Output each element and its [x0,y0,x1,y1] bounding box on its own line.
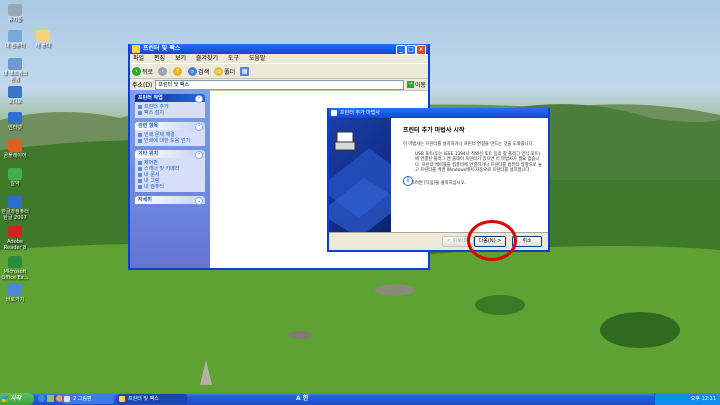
folders-button[interactable]: ▭ 폴더 [214,66,235,76]
desktop-icon-alyac[interactable]: 알약 [0,168,30,187]
player-icon [8,140,22,152]
collapse-icon[interactable]: ⌃ [195,151,203,159]
windows-logo-icon [2,396,8,402]
panel-related: 관련 항목 ⌃ 인쇄 문제 해결 인쇄에 대한 도움 얻기 [135,122,205,146]
desktop-icon-gom-player[interactable]: 곰플레이어 [0,140,30,159]
task-printing-help[interactable]: 인쇄에 대한 도움 얻기 [138,138,202,144]
menu-help[interactable]: 도움말 [249,55,266,62]
start-button[interactable]: 시작 [0,393,34,405]
views-button[interactable]: ▦ [240,66,250,76]
panel-printer-tasks: 프린터 작업 ⌃ 프린터 추가 팩스 설치 [135,94,205,118]
collapse-icon[interactable]: ⌃ [195,123,203,131]
wizard-title: 프린터 추가 마법사 [340,110,380,116]
add-printer-wizard: 프린터 추가 마법사 프린터 추가 마법사 시작 이 마법사는 프린터를 설치하… [327,108,550,252]
explorer-title-bar[interactable]: 프린터 및 팩스 _ □ × [130,44,428,55]
printer-folder-icon [119,396,125,402]
menu-edit[interactable]: 편집 [154,55,165,62]
desktop-icon-hwp[interactable]: 한글과컴퓨터 한글 2007 [0,196,30,221]
explorer-title: 프린터 및 팩스 [143,45,181,52]
menu-favorites[interactable]: 즐겨찾기 [196,55,218,62]
menu-file[interactable]: 파일 [133,55,144,62]
internet-icon [8,112,22,124]
desktop-icon-audio[interactable]: 오디오 [0,86,30,105]
quick-launch [38,395,63,404]
language-indicator[interactable]: A 한 [296,393,308,405]
system-tray: 오후 12:11 [654,393,720,405]
panel-details: 자세히 ⌄ [135,196,205,205]
go-button[interactable]: 이동 [415,80,426,89]
folder-icon [36,30,50,42]
hwp-icon [8,196,22,208]
wizard-banner [329,118,391,232]
desktop-icon-shortcut[interactable]: 바로가기 [0,284,30,303]
printer-folder-icon [132,45,140,53]
place-my-computer[interactable]: 내 컴퓨터 [138,184,202,190]
folder-up-icon: ↑ [173,66,183,76]
desktop-icon-office[interactable]: Microsoft Office Ex... [0,256,30,281]
menu-bar: 파일 편집 보기 즐겨찾기 도구 도움말 [130,54,428,63]
paint-icon [64,396,70,402]
wizard-continue-text: 계속하려면 [다음]을 클릭하십시오. [403,181,466,187]
printer-icon [331,110,337,116]
back-button[interactable]: ‹ 뒤로 [132,66,153,76]
pdf-icon [8,226,22,238]
desktop-icon-my-computer[interactable]: 내 컴퓨터 [0,30,30,49]
panel-header[interactable]: 자세히 ⌄ [135,196,205,205]
go-arrow-icon[interactable]: → [406,81,414,88]
task-setup-fax[interactable]: 팩스 설치 [138,110,202,116]
wizard-info-text: USB 포트(또는 IEEE 1394나 적외선 포트 등의 핫 플러그 인식 … [415,152,542,173]
desktop-icon-network[interactable]: 내 네트워크 환경 [0,58,30,83]
forward-button[interactable]: › [158,66,168,76]
folder-icon: ▭ [214,66,224,76]
wizard-content: 프린터 추가 마법사 시작 이 마법사는 프린터를 설치하거나 프린터 연결을 … [391,118,548,232]
panel-other-places: 기타 위치 ⌃ 제어판 스캐너 및 카메라 내 문서 내 그림 내 컴퓨터 [135,150,205,192]
clock[interactable]: 오후 12:11 [691,396,716,402]
ie-icon[interactable] [38,395,45,402]
back-arrow-icon: ‹ [132,66,141,76]
panel-header[interactable]: 프린터 작업 ⌃ [135,94,205,103]
wizard-title-bar[interactable]: 프린터 추가 마법사 [329,108,548,118]
toolbar: ‹ 뒤로 › ↑ ⌕ 검색 ▭ 폴더 ▦ [130,63,428,79]
task-pane: 프린터 작업 ⌃ 프린터 추가 팩스 설치 관련 항목 ⌃ 인쇄 문제 해결 인쇄에… [130,90,210,268]
close-icon[interactable]: × [416,45,426,55]
excel-icon [8,256,22,268]
panel-header[interactable]: 기타 위치 ⌃ [135,150,205,159]
wizard-intro: 이 마법사는 프린터를 설치하거나 프린터 연결을 만드는 것을 도와줍니다. [403,142,534,147]
desktop-icon-internet[interactable]: 인터넷 [0,112,30,131]
shortcut-icon [8,284,22,296]
wizard-heading: 프린터 추가 마법사 시작 [403,127,465,134]
up-button[interactable]: ↑ [173,66,183,76]
menu-view[interactable]: 보기 [175,55,186,62]
audio-icon [8,86,22,98]
desktop-icon[interactable] [47,395,54,402]
menu-tools[interactable]: 도구 [228,55,239,62]
panel-header[interactable]: 관련 항목 ⌃ [135,122,205,131]
info-icon: i [403,176,413,186]
antivirus-icon [8,168,22,180]
collapse-icon[interactable]: ⌃ [195,95,203,103]
expand-icon[interactable]: ⌄ [195,197,203,205]
desktop-icon-new-folder[interactable]: 새 폴더 [28,30,58,49]
address-input[interactable]: 프린터 및 팩스 [155,79,404,90]
views-icon: ▦ [240,66,250,76]
taskbar-item-printers[interactable]: 프린터 및 팩스 [117,394,187,404]
search-button[interactable]: ⌕ 검색 [188,66,209,76]
desktop-icon-adobe-reader[interactable]: Adobe Reader 8 [0,226,30,251]
desktop-icon-recycle-bin[interactable]: 휴지통 [0,4,30,23]
wizard-banner-art [329,131,391,232]
taskbar-item-paint[interactable]: 2 그림판 [62,394,114,404]
search-icon: ⌕ [188,66,198,76]
computer-icon [8,30,22,42]
address-label: 주소(D) [132,82,153,89]
maximize-icon[interactable]: □ [406,45,416,55]
recycle-bin-icon [8,4,22,16]
taskbar: 시작 2 그림판 프린터 및 팩스 A 한 오후 12:11 [0,393,720,405]
minimize-icon[interactable]: _ [396,45,406,55]
forward-arrow-icon: › [158,66,168,76]
red-highlight-circle [467,220,517,261]
network-icon [8,58,22,70]
